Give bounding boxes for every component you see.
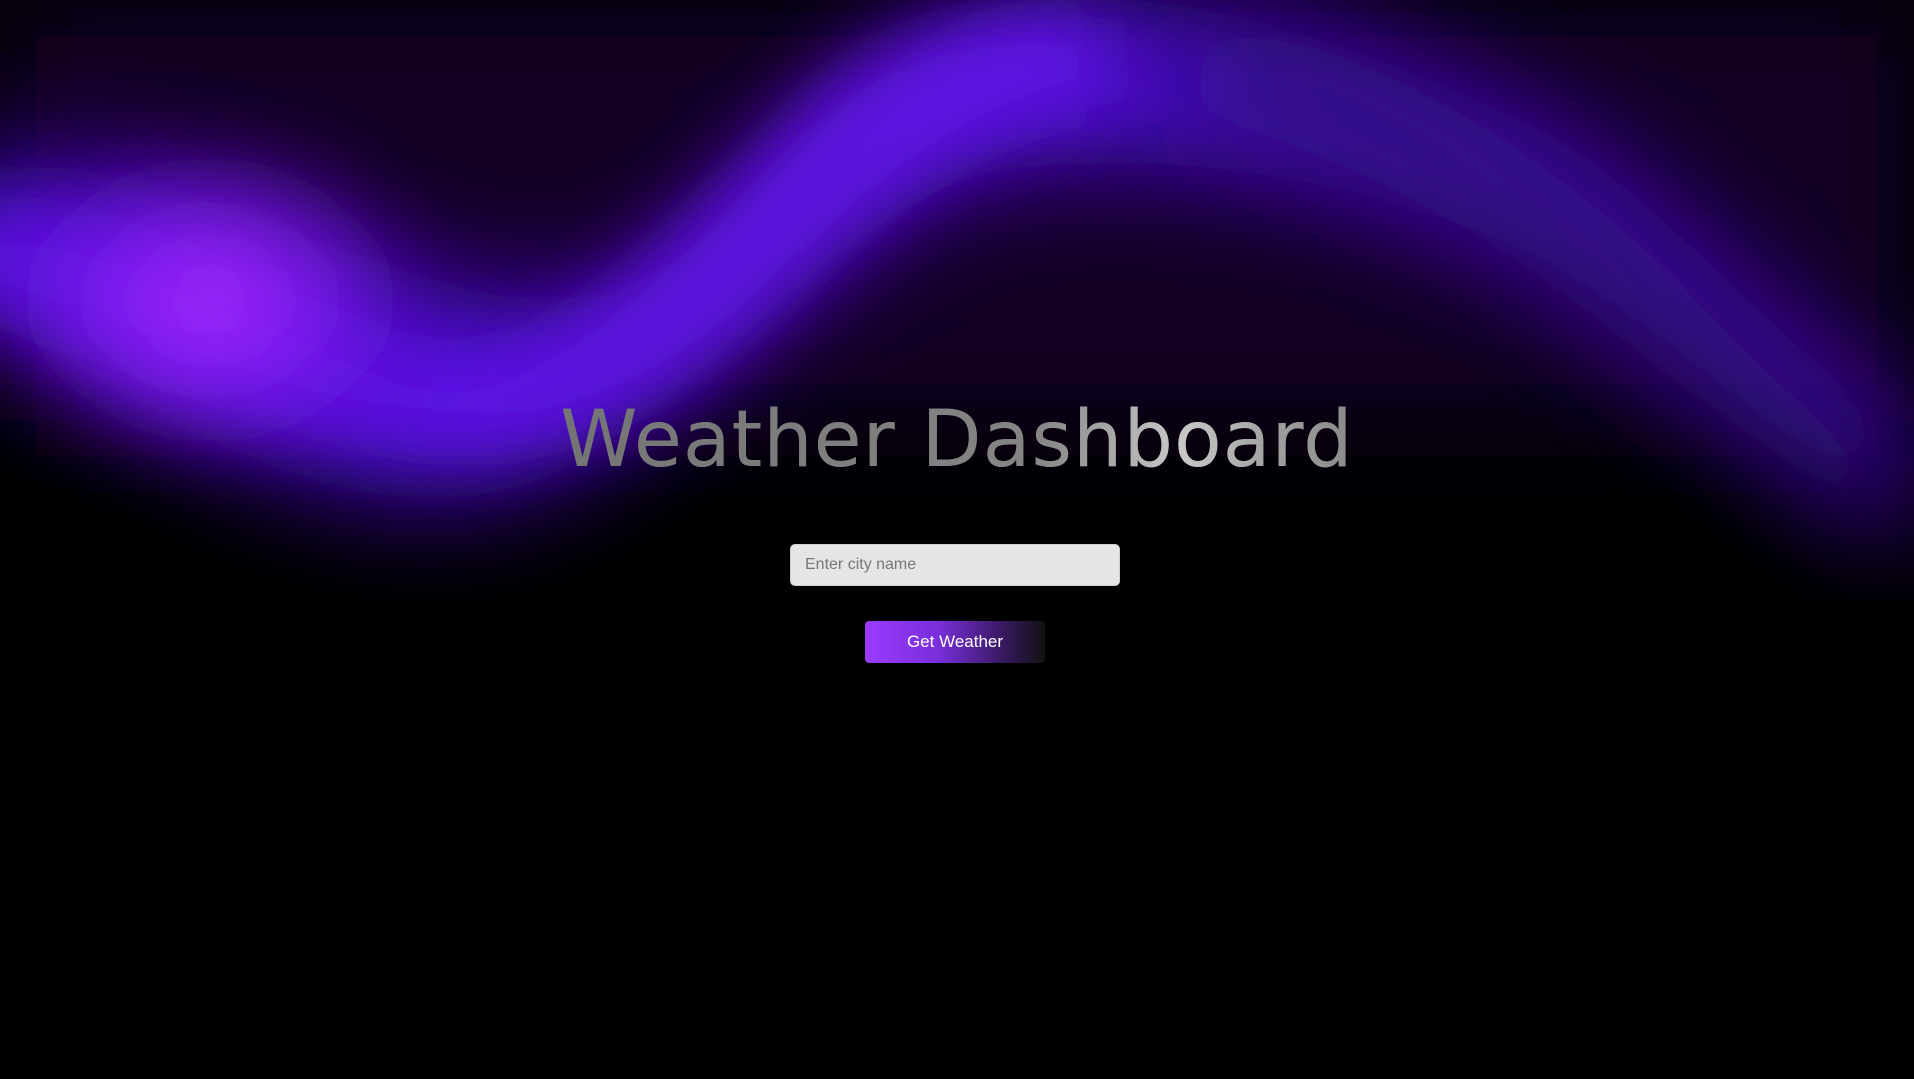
get-weather-button[interactable]: Get Weather (865, 621, 1045, 663)
page-title-text: Weather Dashboard (560, 385, 1353, 495)
page: Weather Dashboard Get Weather (0, 0, 1914, 1079)
page-title: Weather Dashboard (0, 385, 1914, 495)
city-search-input[interactable] (790, 544, 1120, 586)
main-content: Weather Dashboard Get Weather (0, 0, 1914, 1079)
